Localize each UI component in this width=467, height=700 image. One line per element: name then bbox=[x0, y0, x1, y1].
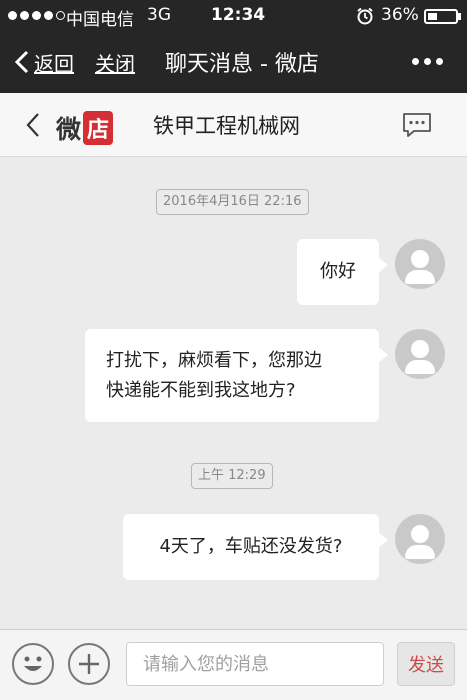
weidian-logo: 微 店 bbox=[56, 110, 114, 146]
chevron-left-icon bbox=[14, 50, 29, 74]
alarm-clock-icon bbox=[357, 7, 373, 25]
avatar[interactable] bbox=[395, 514, 445, 564]
page-title: 聊天消息 - 微店 bbox=[165, 52, 319, 77]
send-button[interactable]: 发送 bbox=[397, 642, 455, 686]
signal-strength-icon bbox=[8, 11, 65, 20]
message-bubble[interactable]: 4天了，车贴还没发货? bbox=[123, 514, 388, 580]
back-button[interactable]: 返回 bbox=[14, 46, 74, 78]
close-button[interactable]: 关闭 bbox=[95, 46, 135, 78]
message-input[interactable] bbox=[126, 642, 384, 686]
message-bubble[interactable]: 你好 bbox=[297, 239, 388, 305]
emoji-button[interactable] bbox=[12, 643, 54, 685]
add-attachment-button[interactable] bbox=[68, 643, 110, 685]
status-bar: 中国电信 3G 12:34 36% bbox=[0, 0, 467, 32]
avatar[interactable] bbox=[395, 329, 445, 379]
battery-percentage: 36% bbox=[381, 5, 419, 25]
message-text: 快递能不能到我这地方? bbox=[106, 380, 296, 401]
plus-icon bbox=[79, 654, 99, 674]
timestamp: 2016年4月16日 22:16 bbox=[156, 189, 309, 215]
more-options-icon[interactable] bbox=[412, 58, 443, 65]
chevron-left-icon[interactable] bbox=[24, 111, 42, 139]
carrier-name: 中国电信 bbox=[66, 10, 134, 30]
smiley-face-icon bbox=[24, 656, 42, 671]
timestamp: 上午 12:29 bbox=[191, 463, 273, 489]
close-button-label: 关闭 bbox=[95, 51, 135, 76]
avatar[interactable] bbox=[395, 239, 445, 289]
message-text: 你好 bbox=[320, 261, 356, 282]
message-bubble[interactable]: 打扰下，麻烦看下，您那边 快递能不能到我这地方? bbox=[85, 329, 388, 422]
network-type: 3G bbox=[147, 5, 171, 25]
chat-bubble-icon[interactable] bbox=[402, 112, 432, 138]
shop-name: 铁甲工程机械网 bbox=[153, 114, 300, 138]
status-time: 12:34 bbox=[211, 5, 266, 25]
message-text: 打扰下，麻烦看下，您那边 bbox=[106, 350, 322, 371]
battery-icon bbox=[424, 9, 458, 24]
navigation-bar: 返回 关闭 聊天消息 - 微店 bbox=[0, 32, 467, 93]
back-button-label: 返回 bbox=[34, 51, 74, 76]
message-text: 4天了，车贴还没发货? bbox=[159, 536, 343, 557]
